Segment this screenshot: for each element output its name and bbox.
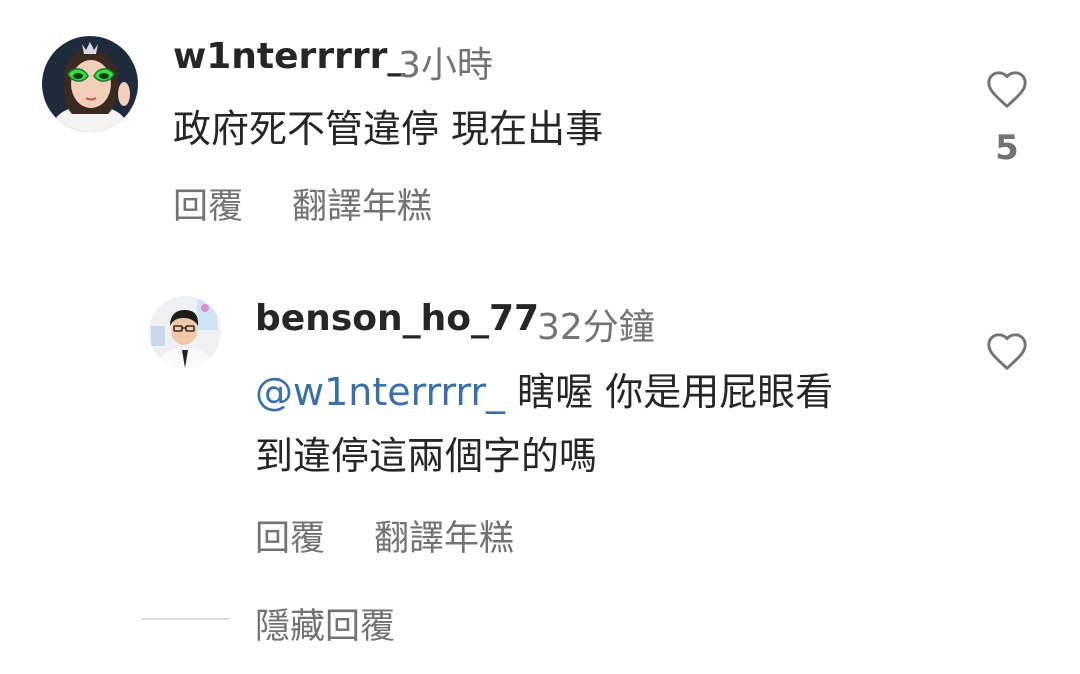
translate-button[interactable]: 翻譯年糕 (292, 178, 432, 229)
comment-text: @w1nterrrrr_ 瞎喔 你是用屁眼看 到違停這兩個字的嗎 (255, 360, 955, 488)
comment-text: 政府死不管違停 現在出事 (173, 107, 604, 151)
comment-username[interactable]: w1nterrrrr_ (173, 36, 405, 77)
avatar[interactable] (149, 296, 221, 368)
comment-text-line: @w1nterrrrr_ 瞎喔 你是用屁眼看 (255, 360, 955, 424)
comment-text-part: 瞎喔 你是用屁眼看 (505, 370, 834, 414)
comment-timestamp: 3小時 (398, 45, 493, 86)
heart-icon[interactable] (985, 69, 1029, 113)
hide-replies-divider (142, 618, 230, 620)
mention-link[interactable]: @w1nterrrrr_ (255, 370, 505, 414)
avatar[interactable] (42, 36, 138, 132)
comment-text-line: 到違停這兩個字的嗎 (255, 434, 598, 478)
reply-button[interactable]: 回覆 (255, 510, 325, 561)
translate-button[interactable]: 翻譯年糕 (374, 510, 514, 561)
hide-replies-button[interactable]: 隱藏回覆 (255, 598, 395, 649)
comment-timestamp: 32分鐘 (537, 307, 655, 348)
heart-icon[interactable] (985, 331, 1029, 375)
like-count: 5 (995, 128, 1019, 168)
reply-button[interactable]: 回覆 (173, 178, 243, 229)
comment-username[interactable]: benson_ho_77 (255, 298, 539, 339)
